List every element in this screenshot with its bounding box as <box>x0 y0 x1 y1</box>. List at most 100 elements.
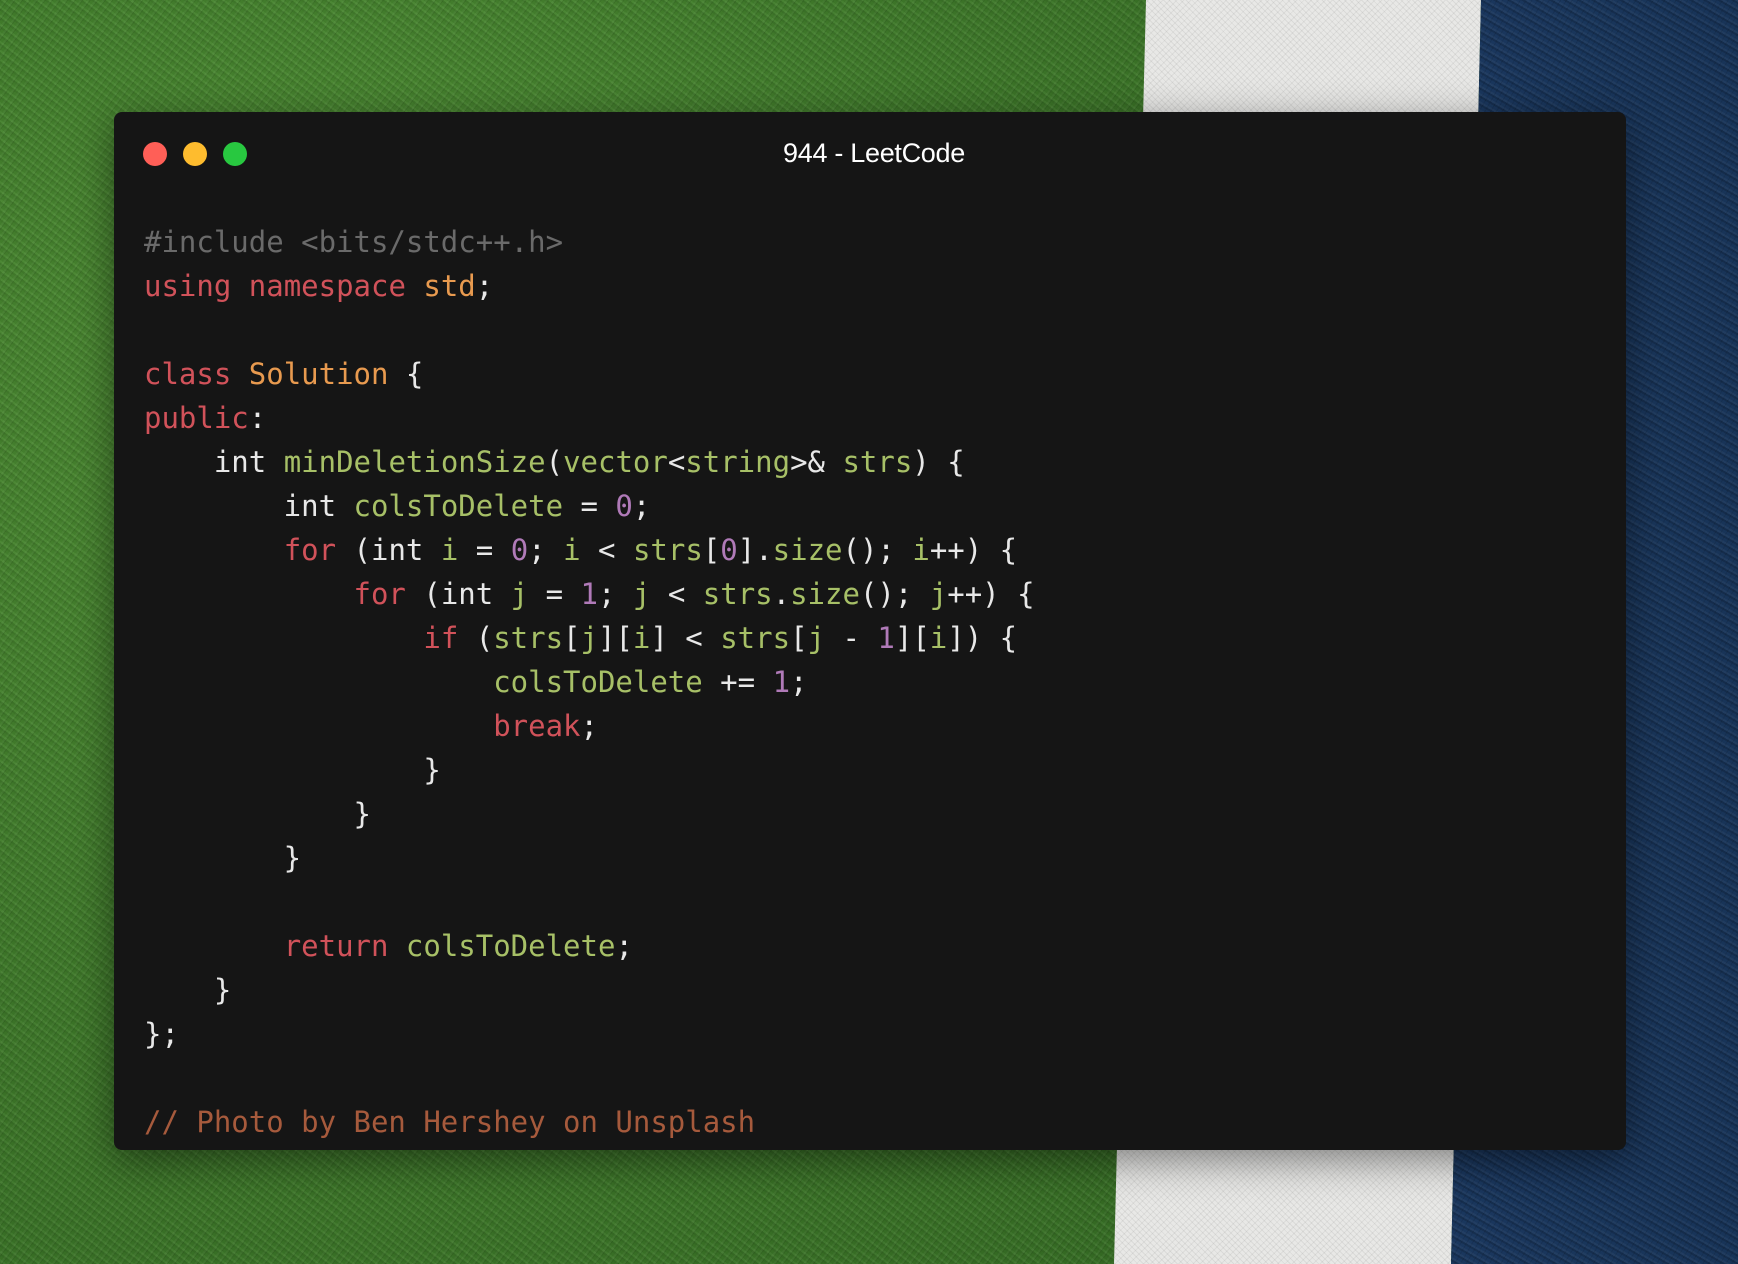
code-token-func: vector <box>563 445 668 479</box>
code-token-func: j <box>632 577 651 611</box>
code-token-plain: int <box>144 489 354 523</box>
code-token-func: size <box>790 577 860 611</box>
code-token-kw: namespace <box>248 269 406 303</box>
code-token-plain: [ <box>563 621 581 655</box>
code-token-num: 1 <box>580 577 598 611</box>
code-token-func: colsToDelete <box>493 665 703 699</box>
code-token-func: strs <box>702 577 773 611</box>
code-token-plain: (int <box>405 577 511 611</box>
code-token-comment: // Photo by Ben Hershey on Unsplash <box>144 1105 756 1139</box>
code-line: } <box>144 792 1035 836</box>
code-token-plain: ++) { <box>929 533 1018 567</box>
code-token-plain: } <box>144 841 302 875</box>
code-token-plain: ; <box>615 929 633 963</box>
code-token-func: string <box>685 445 791 479</box>
code-token-plain: } <box>144 797 371 831</box>
code-token-num: 1 <box>877 621 895 655</box>
code-token-num: 0 <box>510 533 529 567</box>
code-token-num: 0 <box>615 489 633 523</box>
code-token-kw: if <box>423 621 459 655</box>
code-token-plain: ; <box>790 665 808 699</box>
code-token-func: minDeletionSize <box>283 445 546 479</box>
code-token-kw: class <box>144 357 232 391</box>
code-token-plain: < <box>650 577 703 611</box>
code-token-plain: = <box>458 533 511 567</box>
code-token-kw: return <box>283 929 389 963</box>
code-token-plain: = <box>563 489 616 523</box>
code-token-func: strs <box>632 533 703 567</box>
code-token-func: strs <box>842 445 913 479</box>
code-token-plain: ][ <box>597 621 633 655</box>
code-line: int colsToDelete = 0; <box>144 484 1035 528</box>
code-token-kw: break <box>493 709 581 743</box>
code-token-plain: < <box>667 445 686 479</box>
code-token-plain: : <box>248 401 267 435</box>
code-line: // Photo by Ben Hershey on Unsplash <box>144 1100 1035 1144</box>
code-token-func: i <box>912 533 930 567</box>
code-token-kw: public <box>144 401 249 435</box>
code-line: if (strs[j][i] < strs[j - 1][i]) { <box>144 616 1035 660</box>
code-token-type: std <box>423 269 476 303</box>
code-token-plain: ][ <box>894 621 930 655</box>
code-token-plain: ++) { <box>947 577 1035 611</box>
code-line: #include <bits/stdc++.h> <box>144 220 1035 264</box>
code-token-kw: for <box>283 533 337 567</box>
code-token-plain: - <box>825 621 878 655</box>
code-token-plain: += <box>702 665 773 699</box>
code-token-plain: ( <box>458 621 494 655</box>
code-line: return colsToDelete; <box>144 924 1035 968</box>
code-line: } <box>144 968 1035 1012</box>
code-line: public: <box>144 396 1035 440</box>
code-token-func: j <box>510 577 529 611</box>
code-token-plain: ] < <box>650 621 721 655</box>
code-line: } <box>144 748 1035 792</box>
code-token-meta: #include <bits/stdc++.h> <box>144 225 564 259</box>
code-token-plain: { <box>388 357 424 391</box>
window-title-text: 944 - LeetCode <box>783 138 965 168</box>
code-token-plain: [ <box>790 621 808 655</box>
code-line: colsToDelete += 1; <box>144 660 1035 704</box>
code-token-func: colsToDelete <box>405 929 616 963</box>
code-token-func: i <box>929 621 948 655</box>
code-line: for (int j = 1; j < strs.size(); j++) { <box>144 572 1035 616</box>
code-line: }; <box>144 1012 1035 1056</box>
code-token-func: i <box>440 533 459 567</box>
code-token-plain: ; <box>632 489 651 523</box>
code-line: for (int i = 0; i < strs[0].size(); i++)… <box>144 528 1035 572</box>
code-token-plain: } <box>144 973 232 1007</box>
code-token-plain: int <box>144 445 284 479</box>
code-line: int minDeletionSize(vector<string>& strs… <box>144 440 1035 484</box>
code-token-plain: (); <box>842 533 913 567</box>
code-token-type: Solution <box>248 357 389 391</box>
code-token-kw: using <box>144 269 232 303</box>
title-bar: 944 - LeetCode <box>114 112 1626 196</box>
code-token-func: colsToDelete <box>353 489 564 523</box>
code-token-kw: for <box>353 577 406 611</box>
code-line: using namespace std; <box>144 264 1035 308</box>
code-line: class Solution { <box>144 352 1035 396</box>
code-block[interactable]: #include <bits/stdc++.h> using namespace … <box>144 220 1035 1144</box>
code-token-num: 0 <box>720 533 738 567</box>
code-token-func: i <box>632 621 651 655</box>
code-token-plain: (); <box>859 577 930 611</box>
code-token-plain: < <box>580 533 633 567</box>
code-token-num: 1 <box>772 665 791 699</box>
code-token-func: j <box>929 577 948 611</box>
code-token-plain: . <box>772 577 791 611</box>
code-token-plain: ; <box>598 577 633 611</box>
code-line: break; <box>144 704 1035 748</box>
code-line: } <box>144 836 1035 880</box>
code-window: 944 - LeetCode #include <bits/stdc++.h> u… <box>114 112 1626 1150</box>
code-token-plain: ; <box>475 269 494 303</box>
